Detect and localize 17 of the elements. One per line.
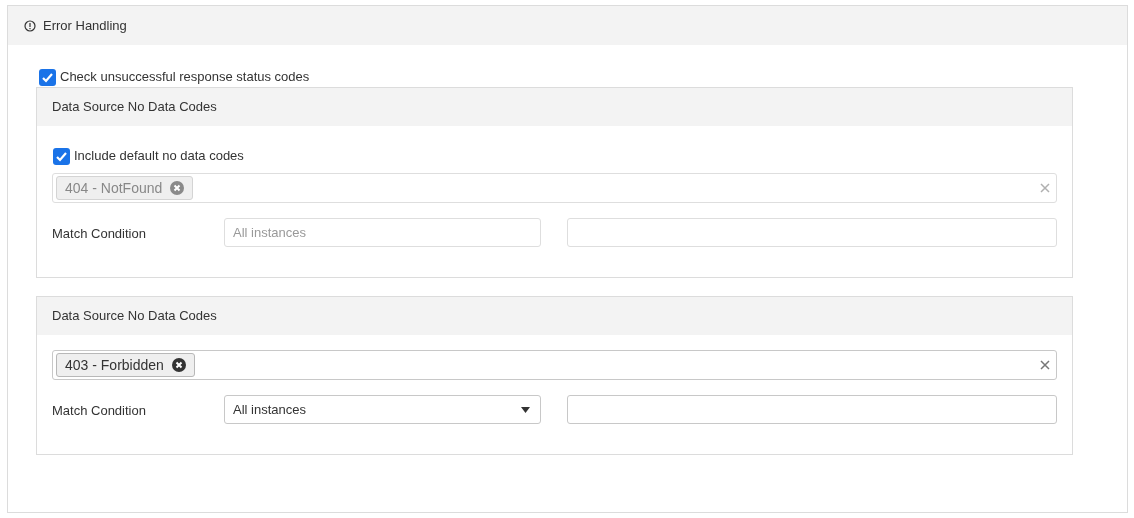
checkbox-label: Include default no data codes — [74, 147, 244, 166]
group-header: Data Source No Data Codes — [37, 297, 1072, 335]
remove-tag-icon[interactable] — [171, 358, 186, 372]
caret-icon — [521, 406, 530, 413]
alert-icon — [24, 19, 36, 32]
match-select[interactable]: All instances — [224, 395, 541, 424]
tag-label: 404 - NotFound — [65, 178, 163, 198]
tag-field[interactable]: 403 - Forbidden — [52, 350, 1057, 380]
tag-label: 403 - Forbidden — [65, 355, 164, 375]
field-label: Match Condition — [52, 225, 147, 244]
clear-icon[interactable] — [1040, 360, 1050, 370]
panel-title: Error Handling — [43, 16, 127, 35]
checkbox[interactable] — [39, 68, 56, 86]
checkbox-label: Check unsuccessful response status codes — [60, 68, 310, 87]
input-field[interactable] — [567, 395, 1057, 424]
group-header: Data Source No Data Codes — [37, 88, 1072, 126]
field-label: Match Condition — [52, 402, 147, 421]
